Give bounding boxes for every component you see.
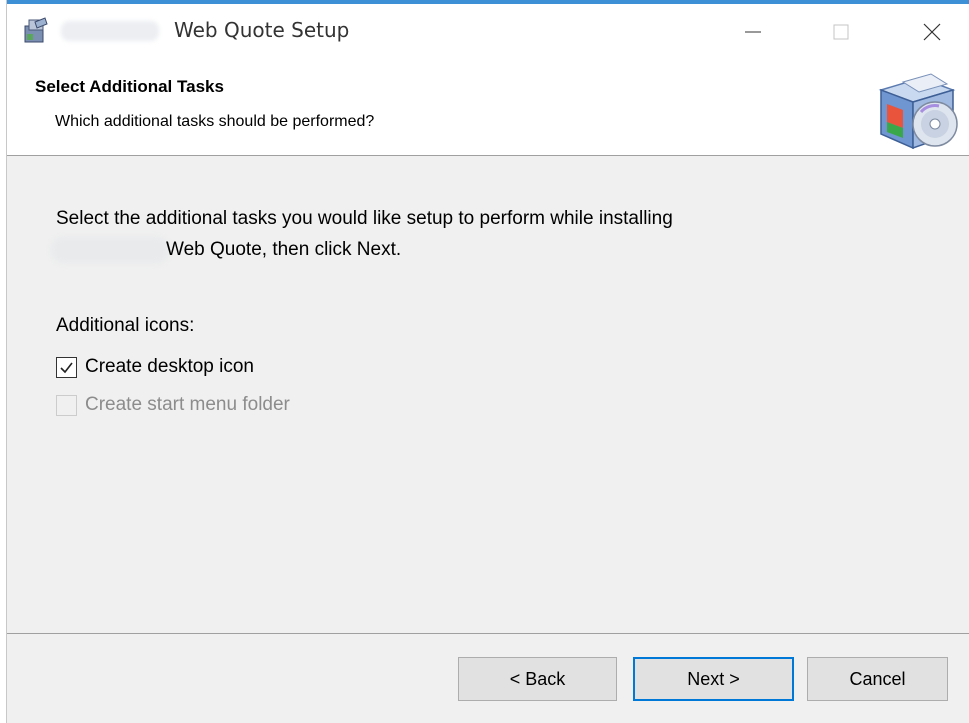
description-line-2: Web Quote, then click Next. xyxy=(166,239,402,260)
additional-icons-label: Additional icons: xyxy=(56,315,195,336)
create-start-menu-folder-option: Create start menu folder xyxy=(56,392,290,418)
wizard-content: Select the additional tasks you would li… xyxy=(7,157,969,633)
description-line-1: Select the additional tasks you would li… xyxy=(56,208,673,229)
setup-box-cd-icon xyxy=(873,68,963,152)
checkmark-icon xyxy=(60,362,73,373)
create-desktop-icon-option[interactable]: Create desktop icon xyxy=(56,354,254,380)
wizard-header: Select Additional Tasks Which additional… xyxy=(7,62,969,156)
cancel-button[interactable]: Cancel xyxy=(807,657,948,701)
window-title: Web Quote Setup xyxy=(174,18,350,42)
create-start-menu-folder-label: Create start menu folder xyxy=(85,394,290,415)
close-button[interactable] xyxy=(909,14,955,50)
maximize-icon xyxy=(833,24,849,40)
setup-window: Web Quote Setup Select Additional Tasks … xyxy=(6,0,969,723)
create-desktop-icon-label: Create desktop icon xyxy=(85,356,254,377)
page-subtitle: Which additional tasks should be perform… xyxy=(55,113,375,130)
minimize-button[interactable] xyxy=(730,14,776,50)
create-desktop-icon-checkbox[interactable] xyxy=(56,356,77,378)
back-button[interactable]: < Back xyxy=(458,657,617,701)
page-title: Select Additional Tasks xyxy=(35,77,224,96)
minimize-icon xyxy=(745,31,761,33)
redacted-title-text xyxy=(61,21,159,41)
footer-divider xyxy=(7,633,969,634)
close-icon xyxy=(923,23,941,41)
title-bar[interactable]: Web Quote Setup xyxy=(7,0,969,62)
maximize-button[interactable] xyxy=(818,14,864,50)
task-description: Select the additional tasks you would li… xyxy=(56,203,876,265)
next-button[interactable]: Next > xyxy=(633,657,794,701)
setup-installer-icon xyxy=(21,16,51,46)
create-start-menu-folder-checkbox xyxy=(56,394,77,416)
